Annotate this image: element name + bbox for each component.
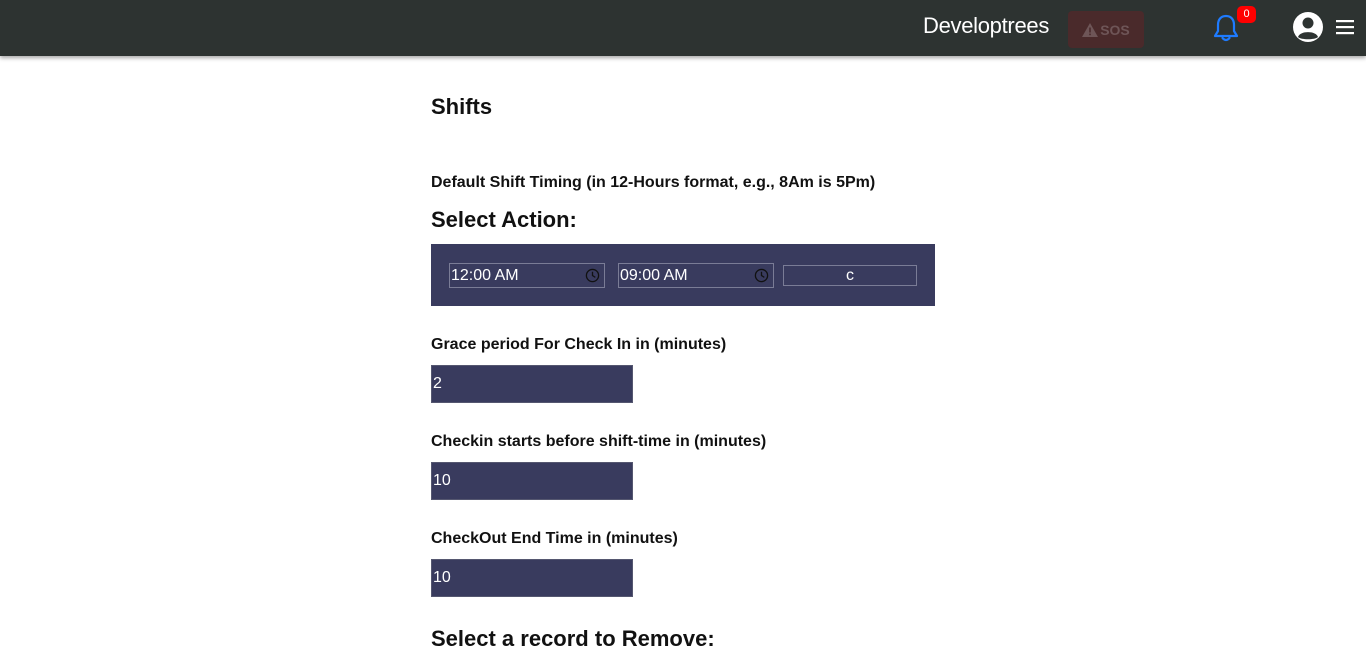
warning-icon [1082,22,1099,37]
shift-code-input[interactable]: c [783,265,917,286]
shift-timing-panel: 12:00 AM 09:00 AM c [431,244,935,306]
notification-count-badge: 0 [1237,6,1256,23]
grace-period-input[interactable]: 2 [431,365,633,403]
shift-start-time-input[interactable]: 12:00 AM [449,263,605,288]
shift-end-value: 09:00 AM [620,267,688,284]
brand-name[interactable]: Developtrees [923,13,1049,39]
clock-icon[interactable] [585,268,600,283]
checkin-before-label: Checkin starts before shift-time in (min… [431,433,767,450]
hamburger-menu-icon[interactable] [1336,19,1354,35]
remove-record-title: Select a record to Remove: [431,626,715,651]
clock-icon[interactable] [754,268,769,283]
shift-start-value: 12:00 AM [451,267,519,284]
user-account-icon[interactable] [1292,11,1324,43]
top-navbar: Developtrees SOS 0 [0,0,1366,56]
shift-end-time-input[interactable]: 09:00 AM [618,263,774,288]
page-title: Shifts [431,94,493,119]
sos-label: SOS [1100,21,1130,38]
select-action-title: Select Action: [431,207,577,232]
checkout-end-input[interactable]: 10 [431,559,633,597]
checkout-end-label: CheckOut End Time in (minutes) [431,530,678,547]
checkin-before-input[interactable]: 10 [431,462,633,500]
default-shift-label: Default Shift Timing (in 12-Hours format… [431,174,876,191]
sos-button[interactable]: SOS [1068,11,1144,48]
grace-period-label: Grace period For Check In in (minutes) [431,336,727,353]
